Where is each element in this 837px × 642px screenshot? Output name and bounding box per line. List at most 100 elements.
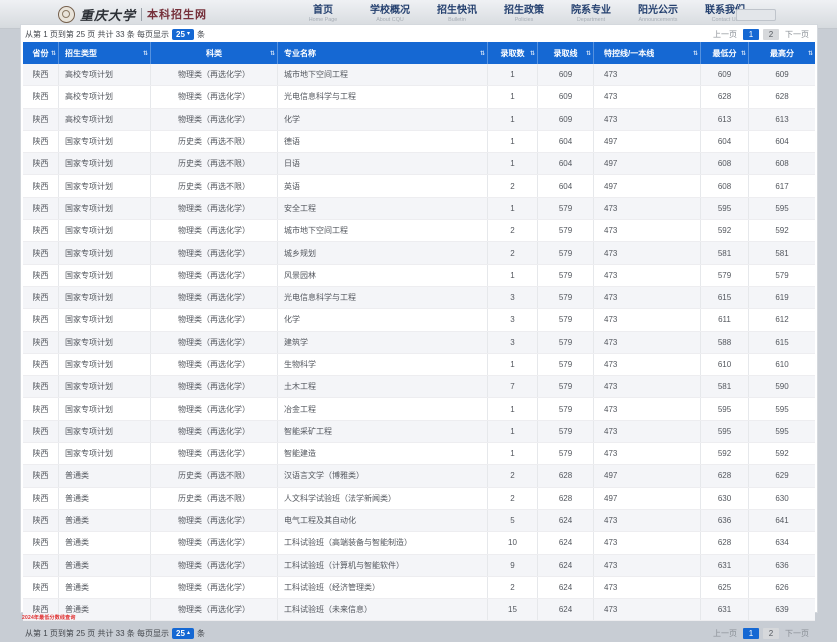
page-info-top: 从第 1 页到第 25 页 共计 33 条 每页显示 25 ▾ 条: [25, 28, 205, 40]
column-header-min-score[interactable]: 最低分 ⇅: [701, 42, 749, 64]
page-button-1[interactable]: 1: [743, 28, 759, 40]
cell-major-name: 土木工程: [278, 376, 488, 398]
cell-control-line: 473: [594, 220, 701, 242]
nav-label: 招生政策: [504, 5, 544, 16]
cell-min-score: 592: [701, 220, 749, 242]
cell-subject-category: 物理类（再选化学）: [151, 353, 278, 376]
column-header-admission-type[interactable]: 招生类型 ⇅: [59, 42, 151, 64]
prev-page-button[interactable]: 上一页: [711, 28, 739, 41]
cell-max-score: 619: [775, 293, 789, 303]
cell-province: 陕西: [23, 509, 59, 532]
cell-major-name: 城市地下空间工程: [278, 220, 488, 242]
cell-major-name: 光电信息科学与工程: [278, 286, 488, 309]
cell-subject-category: 历史类（再选不限）: [151, 130, 278, 153]
cell-province: 陕西: [23, 130, 59, 153]
page-button-2[interactable]: 2: [763, 28, 779, 40]
mini-badge[interactable]: [736, 9, 776, 21]
cell-max-score: 613: [775, 114, 789, 124]
cell-province: 陕西: [23, 554, 59, 576]
cell-control-line: 473: [594, 398, 701, 420]
page-button-2-bottom[interactable]: 2: [763, 627, 779, 639]
cell-admit-line: 579: [538, 220, 594, 242]
table-row: 陕西 普通类 物理类（再选化学） 工科试验班（计算机与智能软件） 9 624 473 631 6…: [23, 554, 815, 577]
nav-item-1[interactable]: 首页 Home Page: [292, 5, 354, 24]
cell-major-name: 英语: [278, 175, 488, 197]
nav-item-2[interactable]: 学校概况 About CQU: [359, 5, 421, 24]
cell-subject-category: 物理类（再选化学）: [151, 108, 278, 130]
cell-major-name: 汉语言文学（博雅类）: [278, 465, 488, 487]
cell-admit-count: 3: [488, 309, 538, 331]
table-row: 陕西 国家专项计划 物理类（再选化学） 化学 3 579 473 611 612: [23, 309, 815, 332]
cell-min-score: 630: [701, 487, 749, 509]
table-row: 陕西 国家专项计划 物理类（再选化学） 光电信息科学与工程 3 579 473 615 619: [23, 286, 815, 310]
nav-item-3[interactable]: 招生快讯 Bulletin: [426, 5, 488, 24]
prev-page-button-bottom[interactable]: 上一页: [711, 627, 739, 640]
logo[interactable]: 重庆大学 本科招生网: [58, 4, 207, 24]
column-header-admit-count[interactable]: 录取数 ⇅: [488, 42, 538, 64]
column-header-admit-line[interactable]: 录取线 ⇅: [538, 42, 594, 64]
cell-admission-type: 高校专项计划: [59, 64, 151, 86]
cell-major-name: 化学: [278, 108, 488, 130]
cell-admission-type: 国家专项计划: [59, 153, 151, 175]
cell-min-score: 581: [701, 376, 749, 398]
page-size-select-bottom[interactable]: 25 ▴: [172, 627, 194, 639]
next-page-button-bottom[interactable]: 下一页: [783, 627, 811, 640]
cell-province: 陕西: [23, 376, 59, 398]
nav-item-5[interactable]: 院系专业 Department: [560, 5, 622, 24]
cell-max-score: 639: [775, 605, 789, 615]
table-row: 陕西 国家专项计划 物理类（再选化学） 冶金工程 1 579 473 595 595: [23, 398, 815, 421]
cell-min-score: 579: [701, 264, 749, 286]
cell-admit-line: 609: [538, 108, 594, 130]
table-row: 陕西 国家专项计划 物理类（再选化学） 智能建造 1 579 473 592 592: [23, 443, 815, 466]
nav-item-6[interactable]: 阳光公示 Announcements: [627, 5, 689, 24]
cell-control-line: 473: [594, 264, 701, 286]
cell-max-score: 590: [775, 382, 789, 392]
table-row: 陕西 普通类 物理类（再选化学） 工科试验班（高端装备与智能制造） 10 624 473 62…: [23, 532, 815, 555]
cell-max-score: 626: [775, 582, 789, 592]
cell-control-line: 473: [594, 309, 701, 331]
cell-admit-line: 579: [538, 398, 594, 420]
nav-label: 院系专业: [571, 5, 611, 16]
cell-max-score: 630: [775, 493, 789, 503]
cell-max-score: 604: [775, 137, 789, 147]
cell-admission-type: 高校专项计划: [59, 86, 151, 108]
nav-item-4[interactable]: 招生政策 Policies: [493, 5, 555, 24]
sort-icon: ⇅: [740, 50, 746, 57]
footer-note[interactable]: 2024年最低分数线查询: [22, 614, 76, 621]
cell-subject-category: 物理类（再选化学）: [151, 286, 278, 309]
cell-control-line: 473: [594, 443, 701, 465]
cell-province: 陕西: [23, 264, 59, 286]
cell-major-name: 日语: [278, 153, 488, 175]
cell-control-line: 497: [594, 130, 701, 153]
sort-icon: ⇅: [50, 50, 56, 57]
page-button-1-bottom[interactable]: 1: [743, 627, 759, 639]
cell-subject-category: 物理类（再选化学）: [151, 264, 278, 286]
column-header-major-name[interactable]: 专业名称 ⇅: [278, 42, 488, 64]
cell-admit-count: 1: [488, 64, 538, 86]
cell-control-line: 473: [594, 576, 701, 599]
cell-admission-type: 高校专项计划: [59, 108, 151, 130]
column-label: 科类: [206, 48, 222, 58]
column-header-province[interactable]: 省份 ⇅: [23, 42, 59, 64]
page-size-select[interactable]: 25 ▾: [172, 28, 194, 40]
cell-admit-count: 3: [488, 331, 538, 353]
cell-control-line: 473: [594, 286, 701, 309]
column-label: 专业名称: [284, 48, 316, 58]
cell-province: 陕西: [23, 443, 59, 465]
cell-max-score: 608: [775, 159, 789, 169]
cell-admit-count: 2: [488, 175, 538, 197]
column-header-control-line[interactable]: 特控线/一本线 ⇅: [594, 42, 701, 64]
column-header-subject-category[interactable]: 科类 ⇅: [151, 42, 278, 64]
cell-admission-type: 国家专项计划: [59, 130, 151, 153]
sort-icon: ⇅: [807, 50, 813, 57]
next-page-button[interactable]: 下一页: [783, 28, 811, 41]
column-label: 最高分: [770, 48, 794, 58]
column-header-max-score[interactable]: 最高分 ⇅: [749, 42, 815, 64]
cell-admission-type: 普通类: [59, 532, 151, 554]
page-size-value: 25: [176, 29, 185, 39]
sort-icon: ⇅: [479, 50, 485, 57]
cell-major-name: 城市地下空间工程: [278, 64, 488, 86]
cell-admit-count: 5: [488, 509, 538, 532]
sort-icon: ⇅: [585, 50, 591, 57]
cell-min-score: 608: [701, 175, 749, 197]
